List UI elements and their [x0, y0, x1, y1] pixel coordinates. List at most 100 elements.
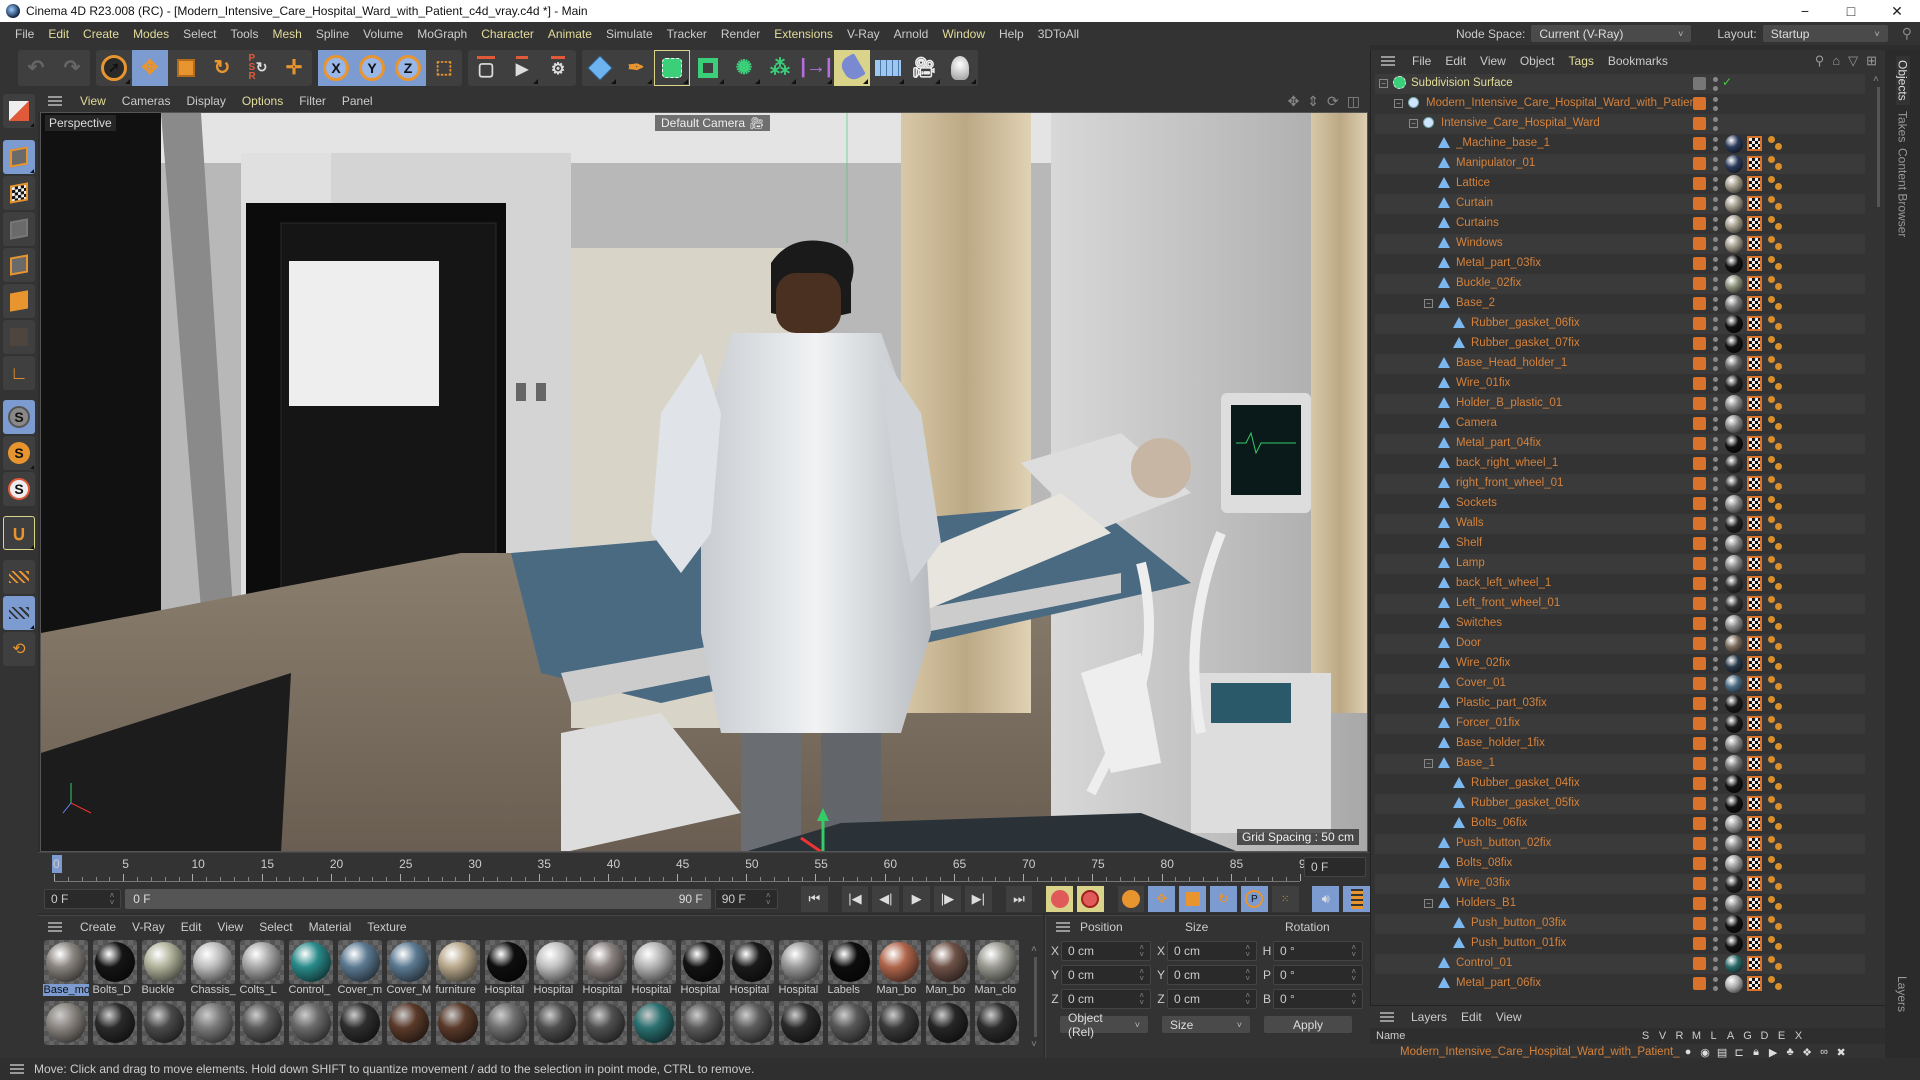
vray-tag-icon[interactable] [1768, 236, 1784, 252]
material-tag-icon[interactable] [1725, 795, 1743, 813]
new-window-icon[interactable]: ⊞ [1866, 53, 1877, 69]
layer-color-icon[interactable] [1693, 937, 1706, 950]
uvw-tag-icon[interactable] [1747, 436, 1762, 451]
layer-color-icon[interactable] [1693, 577, 1706, 590]
home-icon[interactable]: ⌂ [1832, 53, 1840, 69]
visibility-dots-icon[interactable] [1713, 917, 1718, 931]
collapse-toggle-icon[interactable]: − [1379, 79, 1388, 88]
object-row[interactable]: Lamp [1375, 554, 1865, 574]
tab-content-browser[interactable]: Content Browser [1896, 148, 1910, 237]
menu-select[interactable]: Select [176, 27, 223, 41]
material-swatch[interactable]: Man_bo [875, 940, 922, 998]
uvw-tag-icon[interactable] [1747, 916, 1762, 931]
material-swatch[interactable]: Colts_L [238, 940, 285, 998]
object-row[interactable]: − Intensive_Care_Hospital_Ward [1375, 114, 1865, 134]
visibility-dots-icon[interactable] [1713, 217, 1718, 231]
visibility-dots-icon[interactable] [1713, 757, 1718, 771]
menu-create[interactable]: Create [76, 27, 126, 41]
object-row[interactable]: back_right_wheel_1 [1375, 454, 1865, 474]
visibility-dots-icon[interactable] [1713, 397, 1718, 411]
uvw-tag-icon[interactable] [1747, 136, 1762, 151]
material-tag-icon[interactable] [1725, 195, 1743, 213]
material-tag-icon[interactable] [1725, 715, 1743, 733]
uvw-tag-icon[interactable] [1747, 516, 1762, 531]
tab-objects[interactable]: Objects [1895, 56, 1910, 105]
auto-keying-button[interactable] [1076, 886, 1104, 912]
layer-color-icon[interactable] [1693, 257, 1706, 270]
material-tag-icon[interactable] [1725, 675, 1743, 693]
layers-menu-hamburger-icon[interactable] [1380, 1012, 1394, 1022]
material-swatch[interactable] [336, 1001, 383, 1059]
collapse-toggle-icon[interactable]: − [1424, 299, 1433, 308]
material-swatch[interactable] [434, 1001, 481, 1059]
viewport-menu-panel[interactable]: Panel [334, 94, 381, 108]
uvw-tag-icon[interactable] [1747, 976, 1762, 991]
object-row[interactable]: Rubber_gasket_05fix [1375, 794, 1865, 814]
visibility-dots-icon[interactable] [1713, 937, 1718, 951]
redo-button[interactable]: ↷ [54, 50, 90, 86]
object-row[interactable]: − Base_2 [1375, 294, 1865, 314]
material-tag-icon[interactable] [1725, 295, 1743, 313]
menu-arnold[interactable]: Arnold [887, 27, 936, 41]
visibility-dots-icon[interactable] [1713, 737, 1718, 751]
menu-file[interactable]: File [8, 27, 41, 41]
search-icon[interactable]: ⚲ [1902, 25, 1912, 42]
vray-tag-icon[interactable] [1768, 756, 1784, 772]
object-row[interactable]: Metal_part_06fix [1375, 974, 1865, 994]
layer-color-icon[interactable] [1693, 537, 1706, 550]
vray-tag-icon[interactable] [1768, 936, 1784, 952]
uvw-tag-icon[interactable] [1747, 636, 1762, 651]
go-to-end-button[interactable]: ⏭ [1005, 886, 1033, 912]
object-row[interactable]: Forcer_01fix [1375, 714, 1865, 734]
3d-viewport[interactable]: Perspective Default Camera 🎥︎ Grid Spacin… [40, 112, 1368, 852]
uvw-tag-icon[interactable] [1747, 296, 1762, 311]
scale-button[interactable] [168, 50, 204, 86]
menu-3dtoall[interactable]: 3DToAll [1031, 27, 1086, 41]
visibility-dots-icon[interactable] [1713, 977, 1718, 991]
solo-single-button[interactable]: S [3, 436, 35, 470]
vray-tag-icon[interactable] [1768, 716, 1784, 732]
psr-reset-button[interactable]: P S R ↻ [240, 50, 276, 86]
object-row[interactable]: Holder_B_plastic_01 [1375, 394, 1865, 414]
floor-object-button[interactable] [870, 50, 906, 86]
vray-tag-icon[interactable] [1768, 276, 1784, 292]
layer-color-icon[interactable] [1693, 457, 1706, 470]
vray-tag-icon[interactable] [1768, 796, 1784, 812]
size-x-field[interactable]: 0 cm ˄ ˅ [1167, 941, 1257, 961]
uvw-tag-icon[interactable] [1747, 496, 1762, 511]
material-tag-icon[interactable] [1725, 655, 1743, 673]
record-keys-button[interactable] [1046, 886, 1073, 912]
layer-color-icon[interactable] [1693, 657, 1706, 670]
parameter-track-button[interactable]: P [1240, 886, 1268, 912]
object-menu-edit[interactable]: Edit [1438, 54, 1473, 68]
layer-color-icon[interactable] [1693, 157, 1706, 170]
symmetry-button[interactable]: |→| [798, 50, 834, 86]
vray-tag-icon[interactable] [1768, 556, 1784, 572]
points-mode-button[interactable] [3, 212, 35, 246]
uvw-tag-icon[interactable] [1747, 376, 1762, 391]
uvw-tag-icon[interactable] [1747, 696, 1762, 711]
material-tag-icon[interactable] [1725, 855, 1743, 873]
layer-expressions-icon[interactable]: ∞ [1816, 1046, 1833, 1059]
uvw-tag-icon[interactable] [1747, 176, 1762, 191]
material-tag-icon[interactable] [1725, 915, 1743, 933]
vray-tag-icon[interactable] [1768, 476, 1784, 492]
material-tag-icon[interactable] [1725, 235, 1743, 253]
object-row[interactable]: Walls [1375, 514, 1865, 534]
material-swatch[interactable]: Hospital [728, 940, 775, 998]
material-tag-icon[interactable] [1725, 215, 1743, 233]
object-row[interactable]: Curtain [1375, 194, 1865, 214]
layer-color-icon[interactable] [1693, 777, 1706, 790]
material-tag-icon[interactable] [1725, 635, 1743, 653]
visibility-dots-icon[interactable] [1713, 717, 1718, 731]
material-swatch[interactable]: Hospital [483, 940, 530, 998]
x-axis-lock-button[interactable]: X [318, 49, 354, 86]
menu-render[interactable]: Render [714, 27, 767, 41]
material-tag-icon[interactable] [1725, 395, 1743, 413]
uvw-tag-icon[interactable] [1747, 856, 1762, 871]
material-swatch[interactable] [875, 1001, 922, 1059]
layer-color-icon[interactable] [1693, 177, 1706, 190]
material-swatch[interactable]: Control_ [287, 940, 334, 998]
layer-color-icon[interactable] [1693, 977, 1706, 990]
minimize-button[interactable]: − [1782, 3, 1828, 20]
